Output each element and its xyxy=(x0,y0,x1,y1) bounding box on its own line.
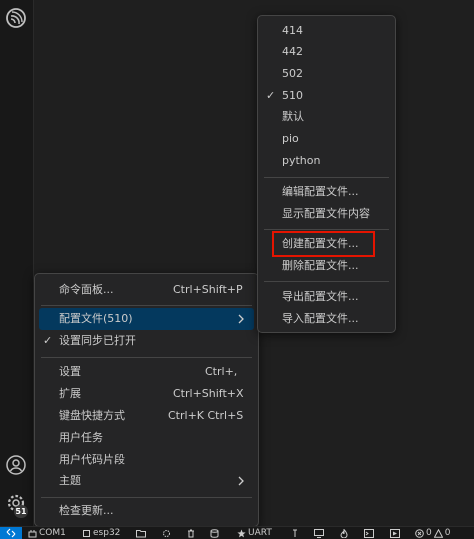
check-icon: ✓ xyxy=(43,334,53,347)
profile-item-default[interactable]: 默认 xyxy=(258,106,395,128)
profile-item-442[interactable]: 442 xyxy=(258,41,395,63)
uart-label: UART xyxy=(248,528,272,538)
menu-separator xyxy=(41,497,252,498)
menu-item-settings-sync[interactable]: ✓ 设置同步已打开 xyxy=(35,330,258,352)
menu-item-edit-profile[interactable]: 编辑配置文件... xyxy=(258,181,395,203)
chip-icon xyxy=(83,529,90,537)
warning-icon xyxy=(433,528,443,538)
flash-icon xyxy=(293,529,297,537)
command-palette-label: 命令面板... xyxy=(59,283,114,296)
run-icon xyxy=(390,528,400,538)
status-target[interactable]: esp32 xyxy=(82,527,120,539)
profile-item-pio[interactable]: pio xyxy=(258,128,395,150)
menu-item-user-tasks[interactable]: 用户任务 xyxy=(35,427,258,449)
status-monitor[interactable] xyxy=(314,527,324,539)
menu-item-export-profile[interactable]: 导出配置文件... xyxy=(258,286,395,308)
fire-icon xyxy=(340,528,348,538)
status-run[interactable] xyxy=(390,527,400,539)
remote-indicator[interactable] xyxy=(0,527,22,539)
plug-icon xyxy=(28,529,37,537)
extensions-shortcut: Ctrl+Shift+X xyxy=(173,387,244,400)
menu-item-keyboard-shortcuts[interactable]: 键盘快捷方式 Ctrl+K Ctrl+S xyxy=(35,405,258,427)
profile-label: 442 xyxy=(282,45,303,58)
database-icon xyxy=(210,528,219,538)
menu-separator xyxy=(264,229,389,230)
keyboard-shortcuts-shortcut: Ctrl+K Ctrl+S xyxy=(168,409,244,422)
menu-item-themes[interactable]: 主题 xyxy=(35,470,258,492)
highlight-annotation-box xyxy=(272,231,375,257)
menu-item-show-profile-contents[interactable]: 显示配置文件内容 xyxy=(258,203,395,225)
star-icon xyxy=(237,529,246,537)
status-terminal[interactable] xyxy=(364,527,374,539)
target-label: esp32 xyxy=(93,528,121,538)
status-uart[interactable]: UART xyxy=(237,527,272,539)
monitor-icon xyxy=(314,528,324,538)
status-problems[interactable]: 0 0 xyxy=(415,527,450,539)
profile-item-414[interactable]: 414 xyxy=(258,20,395,42)
settings-sync-label: 设置同步已打开 xyxy=(59,334,136,347)
profiles-label: 配置文件(510) xyxy=(59,312,133,325)
activity-bar: 51 xyxy=(0,0,34,526)
menu-separator xyxy=(41,357,252,358)
settings-label: 设置 xyxy=(59,365,81,378)
espressif-icon[interactable] xyxy=(4,6,28,30)
settings-shortcut: Ctrl+, xyxy=(205,365,238,378)
menu-item-command-palette[interactable]: 命令面板... Ctrl+Shift+P xyxy=(35,279,258,301)
status-folder[interactable] xyxy=(136,527,146,539)
profile-label: 510 xyxy=(282,89,303,102)
remote-icon xyxy=(6,528,16,538)
profile-item-510[interactable]: ✓ 510 xyxy=(258,85,395,107)
profile-label: 默认 xyxy=(282,110,304,123)
menu-item-settings[interactable]: 设置 Ctrl+, xyxy=(35,361,258,383)
chevron-right-icon xyxy=(237,470,245,500)
gear-icon xyxy=(163,529,170,537)
profile-label: pio xyxy=(282,132,299,145)
status-flash[interactable] xyxy=(291,527,299,539)
manage-badge: 51 xyxy=(14,505,28,518)
command-palette-shortcut: Ctrl+Shift+P xyxy=(173,283,243,296)
profiles-submenu: 414 442 502 ✓ 510 默认 pio python 编辑配置文件..… xyxy=(257,15,396,333)
terminal-icon xyxy=(364,528,374,538)
menu-separator xyxy=(264,281,389,282)
status-delete[interactable] xyxy=(187,527,195,539)
problems-count: 0 xyxy=(426,528,432,538)
user-tasks-label: 用户任务 xyxy=(59,431,103,444)
menu-item-delete-profile[interactable]: 删除配置文件... xyxy=(258,255,395,277)
menu-item-profiles[interactable]: 配置文件(510) xyxy=(39,308,254,330)
profile-label: 502 xyxy=(282,67,303,80)
accounts-icon[interactable] xyxy=(4,453,28,477)
profile-label: 414 xyxy=(282,24,303,37)
show-profile-contents-label: 显示配置文件内容 xyxy=(282,207,370,220)
profile-label: python xyxy=(282,154,321,167)
trash-icon xyxy=(188,529,194,537)
port-label: COM1 xyxy=(39,528,66,538)
status-port[interactable]: COM1 xyxy=(28,527,66,539)
warnings-count: 0 xyxy=(444,528,451,538)
menu-item-user-snippets[interactable]: 用户代码片段 xyxy=(35,449,258,471)
user-snippets-label: 用户代码片段 xyxy=(59,453,125,466)
menu-separator xyxy=(264,177,389,178)
check-updates-label: 检查更新... xyxy=(59,504,114,517)
delete-profile-label: 删除配置文件... xyxy=(282,259,359,272)
menu-separator xyxy=(41,305,252,306)
menu-item-check-updates[interactable]: 检查更新... xyxy=(35,500,258,522)
manage-menu: 命令面板... Ctrl+Shift+P 配置文件(510) ✓ 设置同步已打开… xyxy=(34,273,259,527)
status-build[interactable] xyxy=(210,527,219,539)
menu-item-import-profile[interactable]: 导入配置文件... xyxy=(258,308,395,330)
check-icon: ✓ xyxy=(266,89,276,102)
keyboard-shortcuts-label: 键盘快捷方式 xyxy=(59,409,125,422)
edit-profile-label: 编辑配置文件... xyxy=(282,185,359,198)
menu-item-extensions[interactable]: 扩展 Ctrl+Shift+X xyxy=(35,383,258,405)
themes-label: 主题 xyxy=(59,474,81,487)
status-settings[interactable] xyxy=(162,527,171,539)
status-bar: COM1 esp32 UART 0 0 xyxy=(0,526,474,539)
export-profile-label: 导出配置文件... xyxy=(282,290,359,303)
error-icon xyxy=(415,528,424,538)
import-profile-label: 导入配置文件... xyxy=(282,312,359,325)
profile-item-python[interactable]: python xyxy=(258,150,395,172)
profile-item-502[interactable]: 502 xyxy=(258,63,395,85)
folder-icon xyxy=(136,529,146,537)
status-fire[interactable] xyxy=(340,527,348,539)
extensions-label: 扩展 xyxy=(59,387,81,400)
